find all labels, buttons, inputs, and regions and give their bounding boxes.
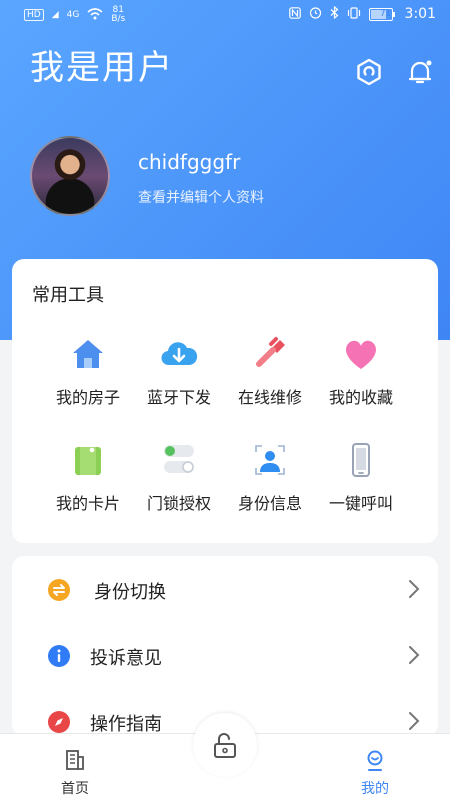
toggle-icon (164, 445, 194, 473)
id-person-icon (255, 445, 285, 475)
page-title: 我是用户 (30, 48, 174, 88)
compass-icon (48, 711, 70, 733)
tool-label: 我的收藏 (328, 388, 393, 407)
bluetooth-icon (330, 5, 339, 22)
menu-item-switch-identity[interactable]: 身份切换 (12, 556, 438, 622)
profile-icon (367, 750, 383, 771)
settings-menu-card: 身份切换 投诉意见 操作指南 (12, 556, 438, 736)
menu-item-complaints[interactable]: 投诉意见 (12, 622, 438, 688)
chevron-right-icon (409, 712, 420, 730)
menu-label: 身份切换 (94, 582, 166, 603)
edit-profile-link[interactable]: 查看并编辑个人资料 (138, 187, 264, 207)
tab-label: 首页 (61, 781, 89, 797)
chevron-right-icon (409, 580, 420, 598)
speed-unit: B/s (111, 14, 126, 24)
tool-label: 一键呼叫 (328, 494, 393, 513)
status-bar: HD ◢ 4G 81 B/s 71 3:01 (0, 0, 450, 34)
switch-icon (48, 579, 70, 601)
settings-icon[interactable] (355, 58, 383, 86)
unlock-icon (214, 733, 236, 758)
house-icon (73, 340, 103, 368)
tools-title: 常用工具 (32, 285, 104, 306)
tab-label: 我的 (361, 781, 389, 797)
info-icon (48, 645, 70, 667)
common-tools-card: 常用工具 我的房子 蓝牙下发 在线维修 我的收藏 我的卡片 门锁授权 身份信息 … (12, 259, 438, 543)
nfc-icon (288, 6, 301, 22)
cloud-download-icon (161, 342, 198, 366)
building-icon (66, 750, 84, 770)
alarm-icon (309, 6, 322, 22)
avatar[interactable] (30, 136, 110, 216)
chevron-right-icon (409, 646, 420, 664)
network-type: 4G (66, 10, 80, 20)
menu-label: 投诉意见 (90, 648, 162, 669)
tab-mine[interactable]: 我的 (330, 742, 420, 798)
wifi-icon (87, 7, 103, 23)
wrench-icon (256, 337, 285, 367)
unlock-button[interactable] (193, 713, 257, 777)
vibrate-icon (347, 6, 361, 22)
hd-indicator: HD (24, 9, 44, 21)
card-icon (75, 447, 101, 475)
tool-my-favorites[interactable]: 我的收藏 (308, 334, 414, 408)
network-speed: 81 B/s (111, 6, 125, 24)
notification-bell-icon[interactable] (406, 58, 434, 86)
tab-home[interactable]: 首页 (30, 742, 120, 798)
heart-icon (346, 340, 376, 369)
username[interactable]: chidfgggfr (138, 150, 240, 174)
signal-icon: ◢ (51, 10, 59, 20)
tool-one-key-call[interactable]: 一键呼叫 (308, 440, 414, 514)
battery-level: 71 (379, 9, 392, 19)
phone-icon (352, 443, 370, 477)
clock: 3:01 (404, 6, 436, 22)
